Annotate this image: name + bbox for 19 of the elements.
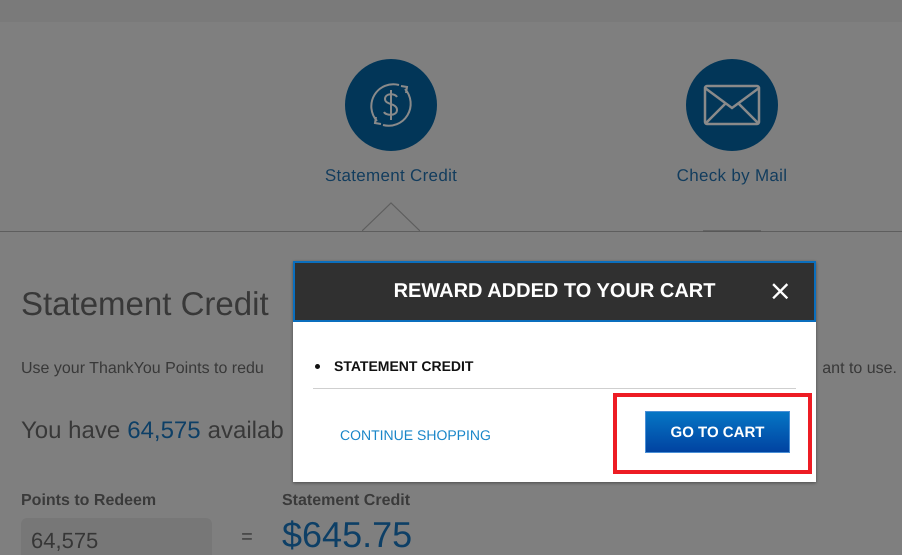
bullet-icon xyxy=(315,364,320,368)
continue-shopping-link[interactable]: CONTINUE SHOPPING xyxy=(313,426,491,442)
field-label: Statement Credit xyxy=(282,492,412,510)
points-balance: 64,575 xyxy=(127,417,201,445)
go-to-cart-button[interactable]: GO TO CART xyxy=(645,411,790,453)
description-text: ant to use. xyxy=(822,360,897,378)
balance-text: availab xyxy=(208,417,284,445)
cart-item: STATEMENT CREDIT xyxy=(334,358,474,374)
field-label: Points to Redeem xyxy=(21,492,158,510)
section-heading: Statement Credit xyxy=(21,284,269,324)
equals-sign: = xyxy=(240,525,254,550)
credit-amount: $645.75 xyxy=(282,514,412,555)
option-label[interactable]: Check by Mail xyxy=(676,166,788,186)
modal-title: REWARD ADDED TO YOUR CART xyxy=(394,280,716,303)
points-input[interactable]: 64,575 xyxy=(21,518,212,555)
balance-text: You have xyxy=(21,417,120,445)
description-text: Use your ThankYou Points to redu xyxy=(21,360,264,378)
option-label[interactable]: Statement Credit xyxy=(324,166,458,186)
close-button[interactable]: × xyxy=(768,277,792,305)
